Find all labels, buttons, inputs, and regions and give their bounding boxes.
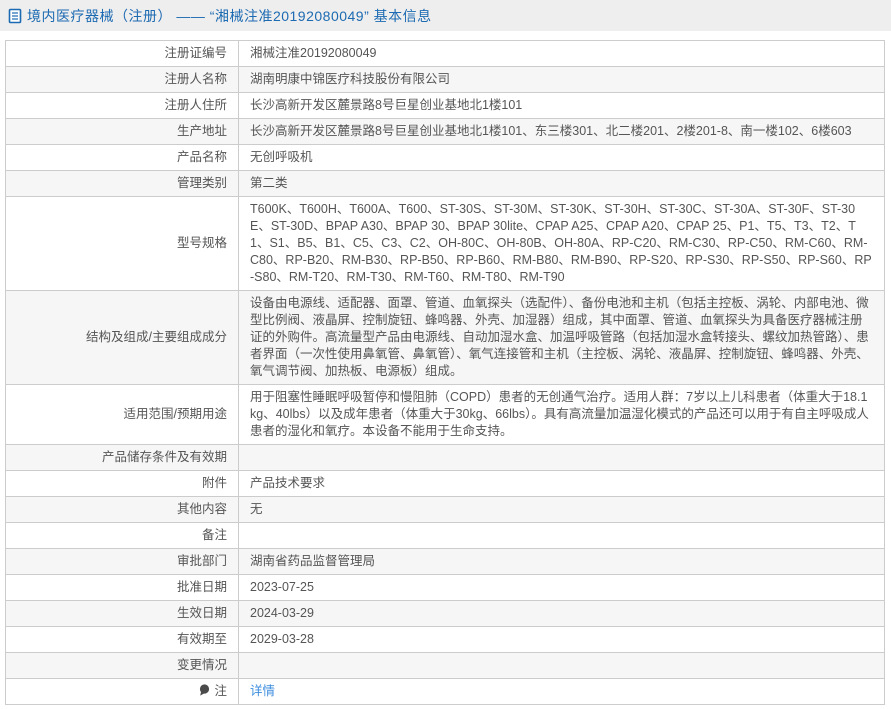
row-label-text: 审批部门: [177, 554, 227, 568]
row-value-text: T600K、T600H、T600A、T600、ST-30S、ST-30M、ST-…: [250, 202, 872, 284]
row-label: 结构及组成/主要组成成分: [6, 291, 239, 385]
row-label-text: 结构及组成/主要组成成分: [86, 330, 227, 344]
row-value: 用于阻塞性睡眠呼吸暂停和慢阻肺（COPD）患者的无创通气治疗。适用人群：7岁以上…: [239, 385, 885, 445]
row-value-text: 产品技术要求: [250, 476, 325, 490]
row-label: 管理类别: [6, 171, 239, 197]
row-value-text: 长沙高新开发区麓景路8号巨星创业基地北1楼101、东三楼301、北二楼201、2…: [250, 124, 852, 138]
row-value-text: 无: [250, 502, 263, 516]
detail-link[interactable]: 详情: [250, 684, 275, 698]
row-label-text: 产品名称: [177, 150, 227, 164]
row-value-text: 用于阻塞性睡眠呼吸暂停和慢阻肺（COPD）患者的无创通气治疗。适用人群：7岁以上…: [250, 390, 869, 438]
row-label-text: 有效期至: [177, 632, 227, 646]
row-label-text: 生效日期: [177, 606, 227, 620]
table-row: 生效日期 2024-03-29: [6, 601, 885, 627]
row-value: 长沙高新开发区麓景路8号巨星创业基地北1楼101: [239, 93, 885, 119]
row-value: T600K、T600H、T600A、T600、ST-30S、ST-30M、ST-…: [239, 197, 885, 291]
table-row: 备注: [6, 523, 885, 549]
row-value: 详情: [239, 679, 885, 705]
row-label: 注册人住所: [6, 93, 239, 119]
table-row: 审批部门 湖南省药品监督管理局: [6, 549, 885, 575]
table-row: 型号规格 T600K、T600H、T600A、T600、ST-30S、ST-30M…: [6, 197, 885, 291]
row-label: 附件: [6, 471, 239, 497]
table-row: 其他内容 无: [6, 497, 885, 523]
row-label: 批准日期: [6, 575, 239, 601]
row-value-text: 第二类: [250, 176, 288, 190]
table-row: 管理类别 第二类: [6, 171, 885, 197]
row-value-text: 设备由电源线、适配器、面罩、管道、血氧探头（选配件）、备份电池和主机（包括主控板…: [250, 296, 869, 378]
row-label: 产品名称: [6, 145, 239, 171]
table-row: 结构及组成/主要组成成分 设备由电源线、适配器、面罩、管道、血氧探头（选配件）、备…: [6, 291, 885, 385]
row-label: 其他内容: [6, 497, 239, 523]
row-label-text: 生产地址: [177, 124, 227, 138]
row-value-text: 无创呼吸机: [250, 150, 313, 164]
row-value: 无: [239, 497, 885, 523]
row-label: 审批部门: [6, 549, 239, 575]
note-icon: [199, 684, 210, 696]
row-value-text: 湖南明康中锦医疗科技股份有限公司: [250, 72, 450, 86]
table-row: 有效期至 2029-03-28: [6, 627, 885, 653]
row-label-text: 注册人名称: [164, 72, 227, 86]
row-label-text: 变更情况: [177, 658, 227, 672]
row-label: 生产地址: [6, 119, 239, 145]
row-label-text: 适用范围/预期用途: [124, 407, 227, 421]
row-label-text: 注册人住所: [164, 98, 227, 112]
table-row: 附件 产品技术要求: [6, 471, 885, 497]
row-value: 第二类: [239, 171, 885, 197]
row-label: 型号规格: [6, 197, 239, 291]
row-label: 注册人名称: [6, 67, 239, 93]
row-label-text: 型号规格: [177, 236, 227, 250]
row-label-text: 备注: [202, 528, 227, 542]
row-label: 注册证编号: [6, 41, 239, 67]
row-label: 注: [6, 679, 239, 705]
table-row: 产品名称 无创呼吸机: [6, 145, 885, 171]
row-value: 2023-07-25: [239, 575, 885, 601]
table-row: 产品储存条件及有效期: [6, 445, 885, 471]
row-value: 长沙高新开发区麓景路8号巨星创业基地北1楼101、东三楼301、北二楼201、2…: [239, 119, 885, 145]
row-label-text: 注: [214, 684, 227, 698]
row-label-text: 其他内容: [177, 502, 227, 516]
row-value: 设备由电源线、适配器、面罩、管道、血氧探头（选配件）、备份电池和主机（包括主控板…: [239, 291, 885, 385]
page-title: 境内医疗器械（注册） —— “湘械注准20192080049” 基本信息: [27, 6, 432, 26]
table-row: 注册人住所 长沙高新开发区麓景路8号巨星创业基地北1楼101: [6, 93, 885, 119]
row-value: 2029-03-28: [239, 627, 885, 653]
row-label: 生效日期: [6, 601, 239, 627]
row-value-text: 长沙高新开发区麓景路8号巨星创业基地北1楼101: [250, 98, 522, 112]
row-value: 湘械注准20192080049: [239, 41, 885, 67]
row-value: 湖南明康中锦医疗科技股份有限公司: [239, 67, 885, 93]
row-label-text: 附件: [202, 476, 227, 490]
table-row: 批准日期 2023-07-25: [6, 575, 885, 601]
table-row: 注册证编号 湘械注准20192080049: [6, 41, 885, 67]
row-value: [239, 445, 885, 471]
row-value: [239, 523, 885, 549]
row-label-text: 产品储存条件及有效期: [102, 450, 227, 464]
registration-info-table: 注册证编号 湘械注准20192080049 注册人名称 湖南明康中锦医疗科技股份有限公…: [5, 40, 885, 705]
row-label: 产品储存条件及有效期: [6, 445, 239, 471]
row-value-text: 2023-07-25: [250, 580, 314, 594]
row-value-text: 2029-03-28: [250, 632, 314, 646]
row-value-text: 2024-03-29: [250, 606, 314, 620]
row-value: 2024-03-29: [239, 601, 885, 627]
row-label-text: 注册证编号: [164, 46, 227, 60]
row-value: 无创呼吸机: [239, 145, 885, 171]
document-icon: [8, 8, 22, 24]
table-row: 注册人名称 湖南明康中锦医疗科技股份有限公司: [6, 67, 885, 93]
row-value: 产品技术要求: [239, 471, 885, 497]
row-value-text: 湘械注准20192080049: [250, 46, 376, 60]
row-label-text: 管理类别: [177, 176, 227, 190]
table-row: 适用范围/预期用途 用于阻塞性睡眠呼吸暂停和慢阻肺（COPD）患者的无创通气治疗。…: [6, 385, 885, 445]
row-label-text: 批准日期: [177, 580, 227, 594]
table-row: 注 详情: [6, 679, 885, 705]
row-value: 湖南省药品监督管理局: [239, 549, 885, 575]
title-bar: 境内医疗器械（注册） —— “湘械注准20192080049” 基本信息: [0, 0, 891, 31]
row-value-text: 湖南省药品监督管理局: [250, 554, 375, 568]
table-row: 生产地址 长沙高新开发区麓景路8号巨星创业基地北1楼101、东三楼301、北二楼2…: [6, 119, 885, 145]
row-label: 有效期至: [6, 627, 239, 653]
row-label: 备注: [6, 523, 239, 549]
row-label: 适用范围/预期用途: [6, 385, 239, 445]
